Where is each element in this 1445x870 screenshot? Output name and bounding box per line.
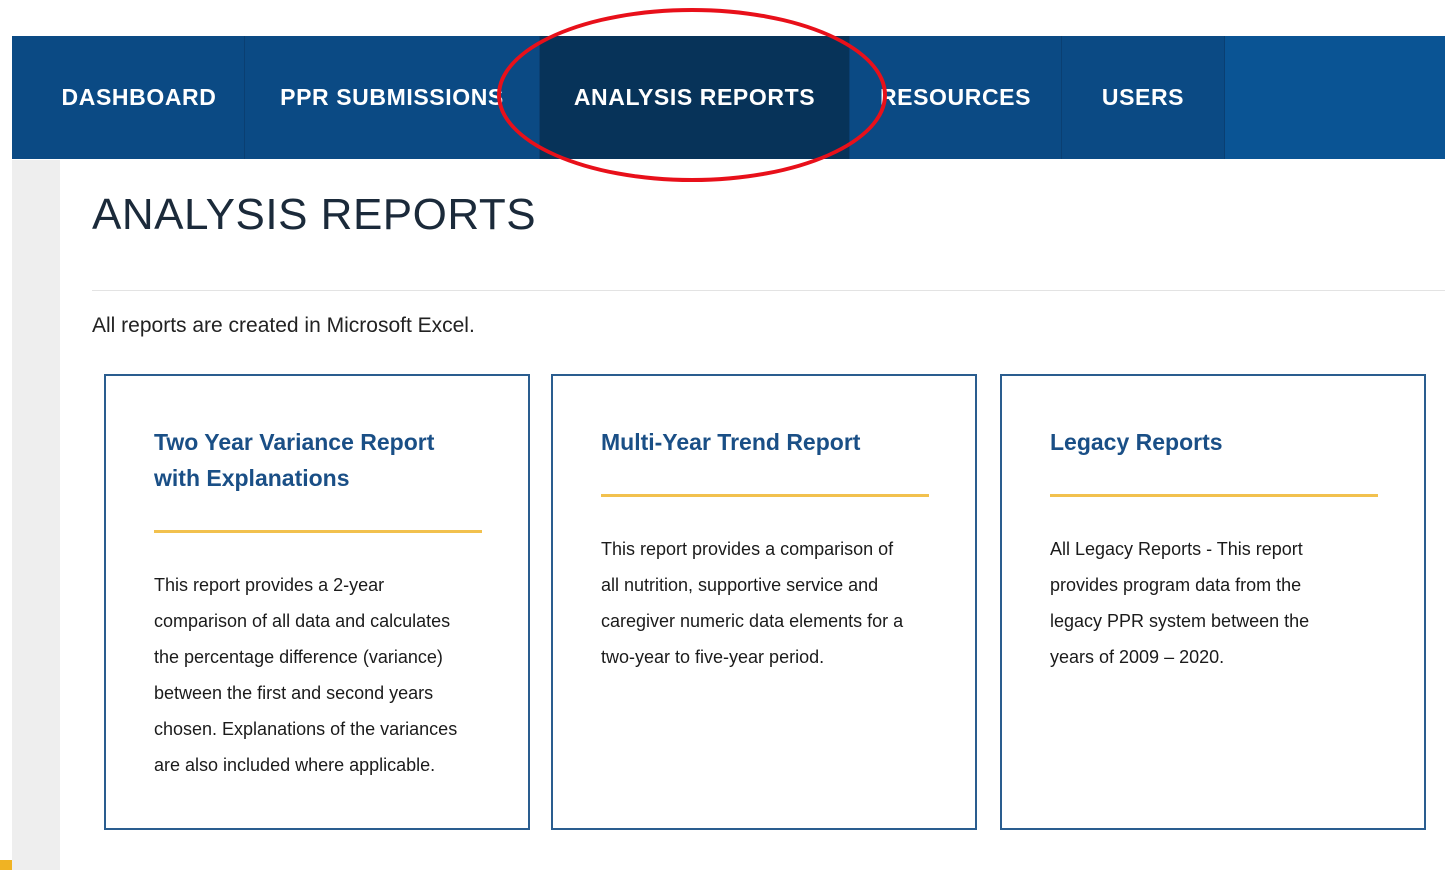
card-accent-rule xyxy=(154,530,482,533)
nav-item-analysis-reports[interactable]: ANALYSIS REPORTS xyxy=(540,36,850,159)
card-description: All Legacy Reports - This report provide… xyxy=(1050,531,1380,675)
desc-line: This report provides a 2-year xyxy=(154,575,385,595)
card-title-line: Multi-Year Trend Report xyxy=(601,429,861,455)
card-title[interactable]: Multi-Year Trend Report xyxy=(601,424,931,460)
left-gutter xyxy=(12,160,60,870)
nav-left-cap xyxy=(12,36,34,159)
bottom-accent-bar xyxy=(0,860,12,870)
nav-item-resources[interactable]: RESOURCES xyxy=(850,36,1062,159)
desc-line: legacy PPR system between the xyxy=(1050,611,1310,631)
desc-line: All Legacy Reports - This report xyxy=(1050,539,1303,559)
card-description: This report provides a 2-year comparison… xyxy=(154,567,484,783)
card-title[interactable]: Two Year Variance Report with Explanatio… xyxy=(154,424,484,496)
desc-line: are also included where applicable. xyxy=(154,755,436,775)
nav-filler xyxy=(1225,36,1445,159)
nav-item-users[interactable]: USERS xyxy=(1062,36,1225,159)
title-divider xyxy=(92,290,1445,291)
card-title-line: with Explanations xyxy=(154,465,350,491)
report-card-multi-year-trend[interactable]: Multi-Year Trend Report This report prov… xyxy=(551,374,977,830)
card-description: This report provides a comparison of all… xyxy=(601,531,931,675)
desc-line: all nutrition, supportive service and xyxy=(601,575,879,595)
desc-line: the percentage difference (variance) xyxy=(154,647,443,667)
page-title: ANALYSIS REPORTS xyxy=(92,190,537,239)
desc-line: two-year to five-year period. xyxy=(601,647,825,667)
card-accent-rule xyxy=(601,494,929,497)
card-accent-rule xyxy=(1050,494,1378,497)
report-card-legacy-reports[interactable]: Legacy Reports All Legacy Reports - This… xyxy=(1000,374,1426,830)
desc-line: caregiver numeric data elements for a xyxy=(601,611,904,631)
card-title-line: Legacy Reports xyxy=(1050,429,1223,455)
report-card-two-year-variance[interactable]: Two Year Variance Report with Explanatio… xyxy=(104,374,530,830)
main-nav: DASHBOARD PPR SUBMISSIONS ANALYSIS REPOR… xyxy=(12,36,1445,159)
desc-line: provides program data from the xyxy=(1050,575,1302,595)
desc-line: comparison of all data and calculates xyxy=(154,611,451,631)
desc-line: years of 2009 – 2020. xyxy=(1050,647,1225,667)
nav-item-dashboard[interactable]: DASHBOARD xyxy=(34,36,245,159)
desc-line: between the first and second years xyxy=(154,683,434,703)
desc-line: This report provides a comparison of xyxy=(601,539,894,559)
nav-item-ppr-submissions[interactable]: PPR SUBMISSIONS xyxy=(245,36,540,159)
card-title-line: Two Year Variance Report xyxy=(154,429,435,455)
card-title[interactable]: Legacy Reports xyxy=(1050,424,1380,460)
intro-text: All reports are created in Microsoft Exc… xyxy=(92,314,475,337)
desc-line: chosen. Explanations of the variances xyxy=(154,719,458,739)
